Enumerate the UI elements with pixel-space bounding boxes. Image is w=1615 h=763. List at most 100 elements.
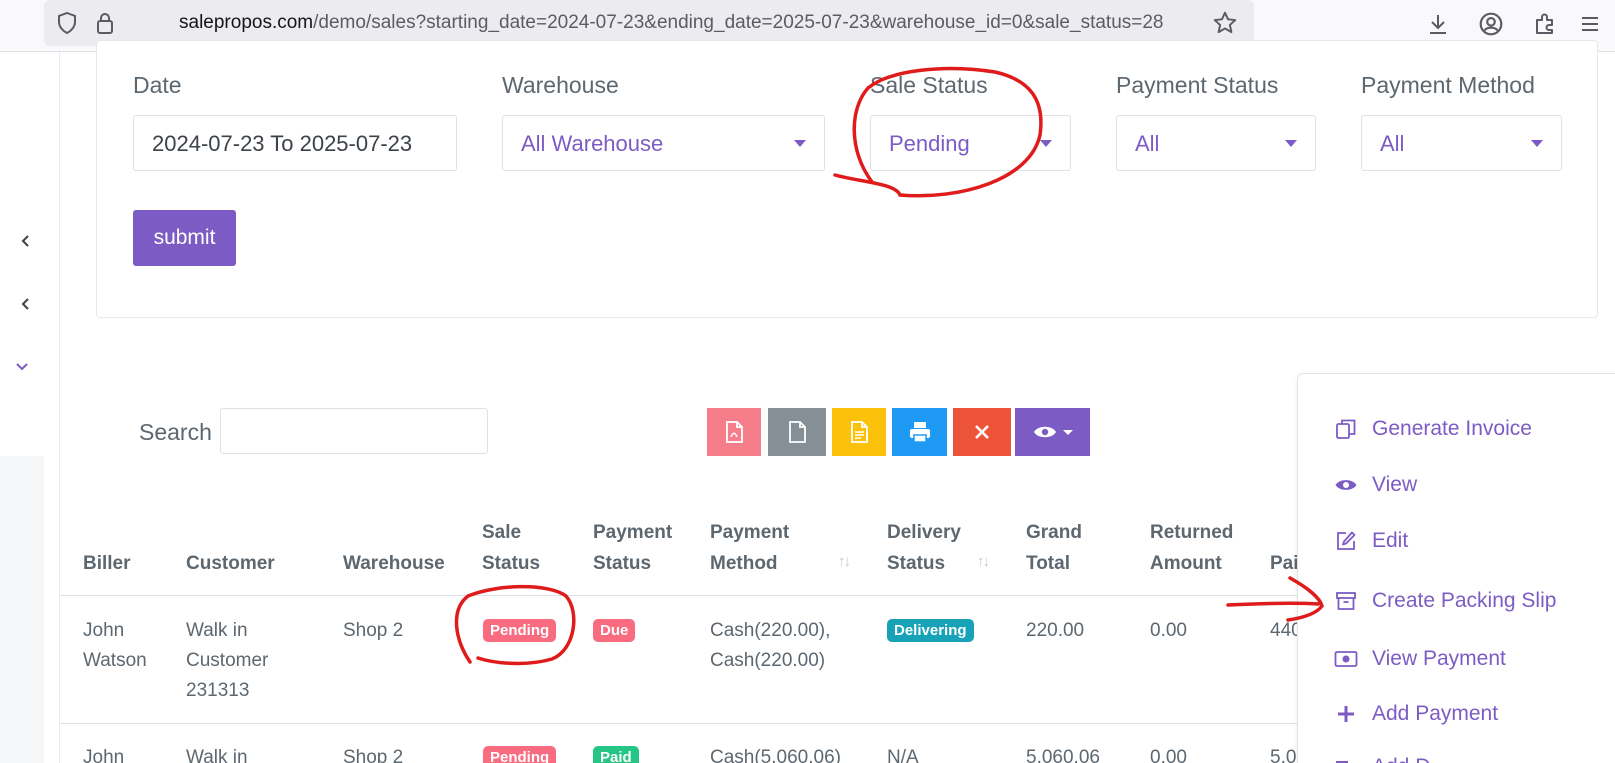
caret-down-icon — [1531, 140, 1543, 147]
cell-returned-amount: 0.00 — [1150, 620, 1187, 641]
header-returned-amount-line2[interactable]: Amount — [1150, 548, 1222, 579]
submit-button[interactable]: submit — [133, 210, 236, 266]
edit-icon — [1334, 529, 1358, 553]
caret-down-icon — [1285, 140, 1297, 147]
menu-item-label: View — [1372, 473, 1418, 496]
cell-payment-method: Cash(220.00) — [710, 650, 826, 671]
warehouse-select[interactable]: All Warehouse — [502, 115, 825, 171]
add-payment-item[interactable]: Add Payment — [1334, 699, 1498, 729]
cell-biller: John — [83, 747, 125, 763]
export-csv-button[interactable] — [768, 408, 826, 456]
payment-status-select-value: All — [1135, 131, 1160, 156]
column-visibility-button[interactable] — [1015, 408, 1090, 456]
download-icon[interactable] — [1424, 10, 1452, 38]
sidebar-strip — [0, 456, 44, 763]
menu-icon[interactable] — [1576, 10, 1604, 38]
search-input[interactable] — [220, 408, 488, 454]
header-sale-status-line2[interactable]: Status — [482, 548, 540, 579]
file-pdf-icon — [726, 421, 743, 443]
create-packing-slip-item[interactable]: Create Packing Slip — [1334, 586, 1556, 616]
sale-status-select-value: Pending — [889, 131, 970, 156]
payment-status-badge: Due — [593, 619, 636, 642]
eye-icon — [1334, 473, 1358, 497]
header-payment-status-line1[interactable]: Payment — [593, 517, 672, 548]
header-payment-method-line2[interactable]: Method — [710, 548, 778, 579]
header-sale-status-line1[interactable]: Sale — [482, 517, 521, 548]
menu-item-label: View Payment — [1372, 647, 1506, 670]
export-pdf-button[interactable] — [707, 408, 761, 456]
file-icon — [789, 421, 806, 443]
extensions-icon[interactable] — [1531, 10, 1559, 38]
cell-grand-total: 5,060.06 — [1026, 747, 1100, 763]
payment-status-badge: Paid — [593, 746, 639, 763]
table-row-divider — [60, 723, 1300, 724]
cell-biller: Watson — [83, 650, 147, 671]
printer-icon — [909, 422, 930, 443]
cell-customer: Walk in — [186, 620, 248, 641]
sort-icon[interactable]: ↑↓ — [838, 553, 851, 570]
menu-item-label: Add Payment — [1372, 702, 1499, 725]
payment-status-label: Payment Status — [1116, 72, 1279, 98]
money-icon — [1334, 647, 1358, 671]
header-delivery-status-line1[interactable]: Delivery — [887, 517, 961, 548]
header-returned-amount-line1[interactable]: Returned — [1150, 517, 1233, 548]
warehouse-label: Warehouse — [502, 72, 619, 98]
menu-item-label: Edit — [1372, 529, 1409, 552]
export-excel-button[interactable] — [832, 408, 886, 456]
header-warehouse[interactable]: Warehouse — [343, 548, 445, 579]
warehouse-select-value: All Warehouse — [521, 131, 664, 156]
sale-status-select[interactable]: Pending — [870, 115, 1071, 171]
cell-warehouse: Shop 2 — [343, 747, 404, 763]
cell-customer: Customer — [186, 650, 269, 671]
delete-button[interactable] — [953, 408, 1011, 456]
print-button[interactable] — [892, 408, 947, 456]
table-header-divider — [60, 595, 1300, 596]
caret-down-icon — [1040, 140, 1052, 147]
cell-payment-method: Cash(5,060.06) — [710, 747, 841, 763]
date-label: Date — [133, 72, 182, 98]
date-range-input[interactable]: 2024-07-23 To 2025-07-23 — [133, 115, 457, 171]
sale-status-label: Sale Status — [870, 72, 988, 98]
edit-item[interactable]: Edit — [1334, 526, 1408, 556]
sidebar-collapsed — [0, 52, 60, 763]
cell-delivery-status: N/A — [887, 747, 919, 763]
chevron-left-icon[interactable] — [14, 229, 38, 253]
header-delivery-status-line2[interactable]: Status — [887, 548, 945, 579]
shield-icon[interactable] — [54, 10, 80, 36]
cell-warehouse: Shop 2 — [343, 620, 404, 641]
menu-item-label: Generate Invoice — [1372, 417, 1532, 440]
bookmark-star-icon[interactable] — [1212, 10, 1238, 36]
menu-item-label: Create Packing Slip — [1372, 589, 1557, 612]
account-icon[interactable] — [1477, 10, 1505, 38]
payment-method-select[interactable]: All — [1361, 115, 1562, 171]
url-text[interactable]: salepropos.com/demo/sales?starting_date=… — [179, 12, 1249, 34]
header-grand-total-line1[interactable]: Grand — [1026, 517, 1082, 548]
truck-icon — [1334, 755, 1358, 763]
header-paid[interactable]: Pai — [1270, 548, 1299, 579]
cell-customer: Walk in — [186, 747, 248, 763]
chevron-left-icon[interactable] — [14, 292, 38, 316]
lock-icon[interactable] — [92, 10, 118, 36]
plus-icon — [1334, 702, 1358, 726]
close-icon — [975, 425, 989, 439]
cell-returned-amount: 0.00 — [1150, 747, 1187, 763]
cell-payment-method: Cash(220.00), — [710, 620, 831, 641]
payment-method-label: Payment Method — [1361, 72, 1535, 98]
chevron-down-icon[interactable] — [10, 355, 34, 379]
generate-invoice-item[interactable]: Generate Invoice — [1334, 414, 1532, 444]
cell-grand-total: 220.00 — [1026, 620, 1085, 641]
view-payment-item[interactable]: View Payment — [1334, 644, 1506, 674]
header-payment-status-line2[interactable]: Status — [593, 548, 651, 579]
header-biller[interactable]: Biller — [83, 548, 131, 579]
add-delivery-item[interactable]: Add D — [1334, 752, 1430, 763]
header-customer[interactable]: Customer — [186, 548, 275, 579]
view-item[interactable]: View — [1334, 470, 1417, 500]
menu-item-label: Add D — [1372, 755, 1430, 763]
header-payment-method-line1[interactable]: Payment — [710, 517, 789, 548]
sort-icon[interactable]: ↑↓ — [977, 553, 990, 570]
header-grand-total-line2[interactable]: Total — [1026, 548, 1070, 579]
payment-status-select[interactable]: All — [1116, 115, 1316, 171]
delivery-status-badge: Delivering — [887, 619, 974, 642]
cell-paid: 5,0 — [1270, 747, 1297, 763]
copy-icon — [1334, 417, 1358, 441]
